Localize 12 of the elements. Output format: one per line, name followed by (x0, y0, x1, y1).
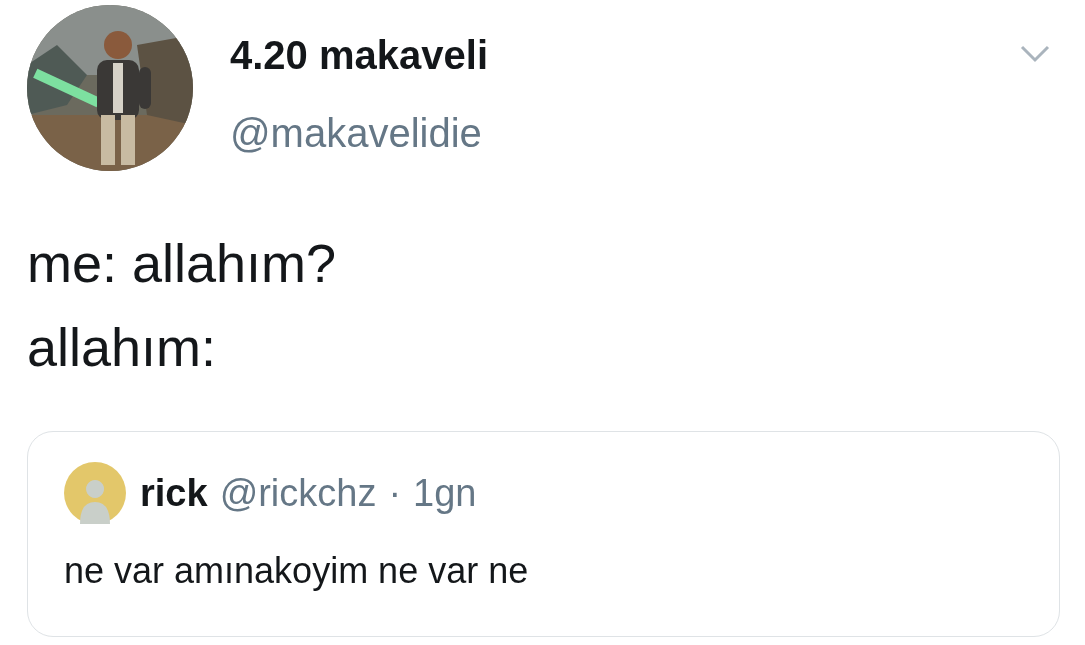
quoted-author-name: rick (140, 471, 208, 515)
chevron-down-icon[interactable] (1020, 45, 1050, 63)
quoted-time: 1gn (413, 471, 477, 515)
tweet-text: me: allahım? (27, 232, 338, 295)
quoted-author-handle: @rickchz (219, 471, 377, 515)
tweet-text: allahım: (27, 316, 218, 379)
author-handle: @makavelidie (230, 111, 483, 155)
separator-dot: · (388, 471, 402, 515)
quoted-tweet-card[interactable]: rick @rickchz · 1gn ne var amınakoyim ne var ne (27, 431, 1060, 637)
author-name: 4.20 makaveli (230, 33, 489, 77)
avatar-icon (64, 462, 126, 524)
quoted-tweet-text: ne var amınakoyim ne var ne (64, 550, 530, 592)
